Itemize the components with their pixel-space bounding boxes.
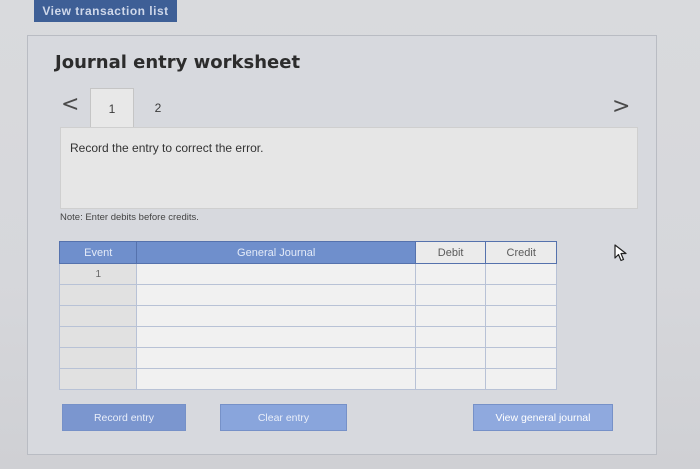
view-transaction-list-label: View transaction list	[42, 4, 169, 18]
worksheet-nav: < 1 2 >	[55, 88, 640, 128]
credit-input[interactable]	[485, 326, 557, 348]
account-input[interactable]	[136, 368, 416, 390]
table-row	[58, 347, 557, 369]
credit-input[interactable]	[485, 263, 557, 285]
account-input[interactable]	[136, 284, 416, 306]
view-transaction-list-tab[interactable]: View transaction list	[34, 0, 177, 22]
debit-input[interactable]	[414, 284, 487, 306]
view-general-journal-button[interactable]: View general journal	[473, 404, 613, 431]
account-input[interactable]	[136, 263, 416, 285]
account-input[interactable]	[136, 326, 416, 348]
chevron-right-icon[interactable]: >	[612, 94, 630, 119]
tab-2-label: 2	[154, 101, 162, 115]
clear-entry-label: Clear entry	[257, 411, 310, 424]
journal-table: Event General Journal Debit Credit 1	[58, 241, 557, 390]
tab-1-label: 1	[108, 101, 116, 116]
event-cell	[58, 326, 138, 348]
clear-entry-button[interactable]: Clear entry	[220, 404, 347, 431]
debit-input[interactable]	[414, 326, 487, 348]
credit-input[interactable]	[485, 284, 557, 306]
table-row	[58, 368, 557, 390]
debit-input[interactable]	[414, 263, 487, 285]
table-row	[58, 326, 557, 348]
event-cell	[58, 284, 138, 306]
record-entry-button[interactable]: Record entry	[62, 404, 186, 431]
credit-input[interactable]	[485, 305, 557, 327]
page-title: Journal entry worksheet	[55, 52, 301, 73]
tab-1[interactable]: 1	[90, 88, 134, 128]
event-cell: 1	[58, 263, 138, 285]
credit-input[interactable]	[485, 347, 557, 369]
header-credit: Credit	[485, 241, 557, 264]
debit-input[interactable]	[414, 305, 487, 327]
event-cell	[58, 347, 138, 369]
record-entry-label: Record entry	[93, 411, 155, 424]
instruction-text: Record the entry to correct the error.	[70, 141, 264, 155]
credit-input[interactable]	[485, 368, 557, 390]
debit-input[interactable]	[414, 347, 487, 369]
table-row	[58, 284, 557, 306]
tab-2[interactable]: 2	[136, 88, 180, 128]
table-row: 1	[58, 263, 557, 285]
account-input[interactable]	[136, 305, 416, 327]
view-general-journal-label: View general journal	[495, 411, 591, 424]
header-debit: Debit	[414, 241, 487, 264]
table-header-row: Event General Journal Debit Credit	[58, 241, 557, 264]
event-cell	[58, 368, 138, 390]
mouse-pointer-icon	[614, 244, 628, 267]
header-event: Event	[58, 241, 138, 264]
note-text: Note: Enter debits before credits.	[60, 212, 199, 223]
instruction-box: Record the entry to correct the error.	[60, 127, 638, 209]
account-input[interactable]	[136, 347, 416, 369]
table-row	[58, 305, 557, 327]
header-general-journal: General Journal	[136, 241, 416, 264]
chevron-left-icon[interactable]: <	[61, 92, 79, 117]
event-cell	[58, 305, 138, 327]
debit-input[interactable]	[414, 368, 487, 390]
